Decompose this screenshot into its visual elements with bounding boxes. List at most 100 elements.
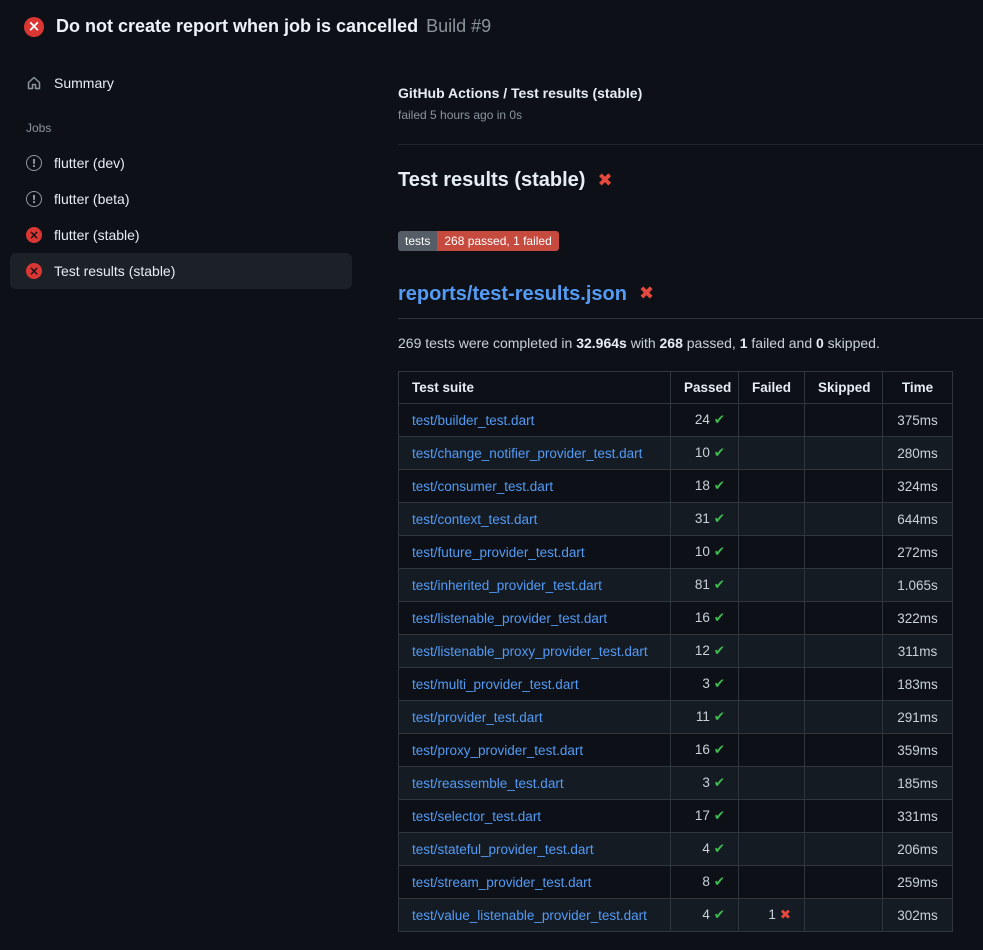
skipped-cell	[805, 668, 883, 701]
skipped-cell	[805, 767, 883, 800]
suite-link[interactable]: test/stateful_provider_test.dart	[412, 842, 594, 857]
test-suite-row: test/stateful_provider_test.dart4 ✔206ms	[399, 833, 953, 866]
suite-link[interactable]: test/provider_test.dart	[412, 710, 543, 725]
check-icon: ✔	[714, 544, 725, 560]
time-cell: 259ms	[883, 866, 953, 899]
test-suite-row: test/listenable_proxy_provider_test.dart…	[399, 635, 953, 668]
col-header-passed: Passed	[671, 372, 739, 404]
check-icon: ✔	[714, 775, 725, 791]
suite-link[interactable]: test/consumer_test.dart	[412, 479, 553, 494]
summary-text: 269 tests were completed in 32.964s with…	[398, 335, 983, 351]
failed-status-icon: ×	[26, 263, 42, 279]
job-label: flutter (stable)	[54, 227, 140, 243]
build-number: Build #9	[426, 16, 491, 37]
failed-cell	[739, 866, 805, 899]
failed-cell	[739, 767, 805, 800]
test-suite-row: test/stream_provider_test.dart8 ✔259ms	[399, 866, 953, 899]
suite-link[interactable]: test/proxy_provider_test.dart	[412, 743, 583, 758]
report-link[interactable]: reports/test-results.json	[398, 283, 627, 306]
time-cell: 302ms	[883, 899, 953, 932]
check-icon: ✔	[714, 808, 725, 824]
sidebar-item-summary[interactable]: Summary	[10, 65, 352, 101]
run-failed-icon: ×	[24, 17, 44, 37]
suite-cell: test/future_provider_test.dart	[399, 536, 671, 569]
test-suite-row: test/future_provider_test.dart10 ✔272ms	[399, 536, 953, 569]
sidebar-job-test-results-stable[interactable]: ×Test results (stable)	[10, 253, 352, 289]
passed-cell: 3 ✔	[671, 767, 739, 800]
suite-cell: test/builder_test.dart	[399, 404, 671, 437]
run-header: × Do not create report when job is cance…	[0, 0, 983, 49]
time-cell: 272ms	[883, 536, 953, 569]
skipped-cell	[805, 437, 883, 470]
suite-cell: test/change_notifier_provider_test.dart	[399, 437, 671, 470]
summary-label: Summary	[54, 75, 114, 91]
suite-cell: test/listenable_proxy_provider_test.dart	[399, 635, 671, 668]
summary-part: 269 tests were completed in	[398, 335, 576, 351]
failed-cell: 1 ✖	[739, 899, 805, 932]
suite-link[interactable]: test/change_notifier_provider_test.dart	[412, 446, 642, 461]
run-meta: failed 5 hours ago in 0s	[398, 108, 983, 122]
job-label: flutter (beta)	[54, 191, 129, 207]
failed-cell	[739, 833, 805, 866]
skipped-cell	[805, 866, 883, 899]
suite-cell: test/provider_test.dart	[399, 701, 671, 734]
suite-link[interactable]: test/listenable_provider_test.dart	[412, 611, 607, 626]
time-cell: 311ms	[883, 635, 953, 668]
jobs-heading: Jobs	[10, 101, 352, 145]
test-suite-row: test/builder_test.dart24 ✔375ms	[399, 404, 953, 437]
failed-cell	[739, 470, 805, 503]
summary-part: failed and	[748, 335, 817, 351]
passed-cell: 10 ✔	[671, 437, 739, 470]
failed-cell	[739, 734, 805, 767]
suite-link[interactable]: test/reassemble_test.dart	[412, 776, 564, 791]
col-header-time: Time	[883, 372, 953, 404]
time-cell: 324ms	[883, 470, 953, 503]
check-icon: ✔	[714, 709, 725, 725]
sidebar-job-flutter-beta[interactable]: ! flutter (beta)	[10, 181, 352, 217]
passed-cell: 24 ✔	[671, 404, 739, 437]
suite-cell: test/reassemble_test.dart	[399, 767, 671, 800]
check-icon: ✔	[714, 610, 725, 626]
sidebar-job-flutter-dev[interactable]: !flutter (dev)	[10, 145, 352, 181]
failed-cell	[739, 437, 805, 470]
skipped-cell	[805, 800, 883, 833]
suite-link[interactable]: test/value_listenable_provider_test.dart	[412, 908, 647, 923]
summary-skipped-count: 0	[816, 335, 824, 351]
home-icon	[26, 75, 42, 91]
col-header-test-suite: Test suite	[399, 372, 671, 404]
suite-link[interactable]: test/listenable_proxy_provider_test.dart	[412, 644, 648, 659]
skipped-cell	[805, 404, 883, 437]
suite-link[interactable]: test/stream_provider_test.dart	[412, 875, 591, 890]
suite-link[interactable]: test/context_test.dart	[412, 512, 537, 527]
skipped-cell	[805, 569, 883, 602]
failed-status-icon: ×	[26, 227, 42, 243]
check-icon: ✔	[714, 643, 725, 659]
suite-cell: test/stream_provider_test.dart	[399, 866, 671, 899]
sidebar-job-flutter-stable[interactable]: × flutter (stable)	[10, 217, 352, 253]
passed-cell: 4 ✔	[671, 899, 739, 932]
header-divider	[398, 144, 983, 145]
test-suite-row: test/change_notifier_provider_test.dart 1…	[399, 437, 953, 470]
skipped-cell	[805, 602, 883, 635]
suite-link[interactable]: test/future_provider_test.dart	[412, 545, 585, 560]
passed-cell: 81 ✔	[671, 569, 739, 602]
time-cell: 359ms	[883, 734, 953, 767]
suite-cell: test/listenable_provider_test.dart	[399, 602, 671, 635]
skipped-cell	[805, 503, 883, 536]
badge-label: tests	[398, 231, 437, 251]
failed-cross-icon: ✖	[639, 285, 654, 303]
test-suite-row: test/provider_test.dart11 ✔291ms	[399, 701, 953, 734]
failed-cell	[739, 668, 805, 701]
col-header-skipped: Skipped	[805, 372, 883, 404]
suite-link[interactable]: test/inherited_provider_test.dart	[412, 578, 602, 593]
suite-link[interactable]: test/multi_provider_test.dart	[412, 677, 579, 692]
time-cell: 1.065s	[883, 569, 953, 602]
neutral-status-icon: !	[26, 191, 42, 207]
suite-link[interactable]: test/builder_test.dart	[412, 413, 534, 428]
skipped-cell	[805, 701, 883, 734]
test-suite-row: test/value_listenable_provider_test.dart…	[399, 899, 953, 932]
check-icon: ✔	[714, 511, 725, 527]
check-icon: ✔	[714, 445, 725, 461]
skipped-cell	[805, 635, 883, 668]
suite-link[interactable]: test/selector_test.dart	[412, 809, 541, 824]
